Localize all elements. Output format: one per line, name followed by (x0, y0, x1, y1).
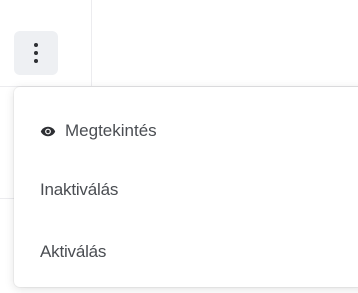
menu-item-view[interactable]: Megtekintés (14, 103, 358, 159)
menu-item-deactivate[interactable]: Inaktiválás (14, 162, 358, 218)
more-actions-button[interactable] (14, 31, 58, 75)
more-vertical-icon (34, 43, 38, 63)
menu-item-view-label: Megtekintés (65, 121, 157, 140)
page: Megtekintés Inaktiválás Aktiválás (0, 0, 358, 293)
eye-icon (40, 125, 56, 137)
menu-item-activate-label: Aktiválás (40, 242, 107, 261)
menu-item-deactivate-label: Inaktiválás (40, 180, 119, 199)
actions-dropdown-menu: Megtekintés Inaktiválás Aktiválás (14, 87, 358, 287)
table-row-divider (0, 198, 14, 199)
menu-item-activate[interactable]: Aktiválás (14, 224, 358, 280)
table-column-divider (91, 0, 92, 86)
